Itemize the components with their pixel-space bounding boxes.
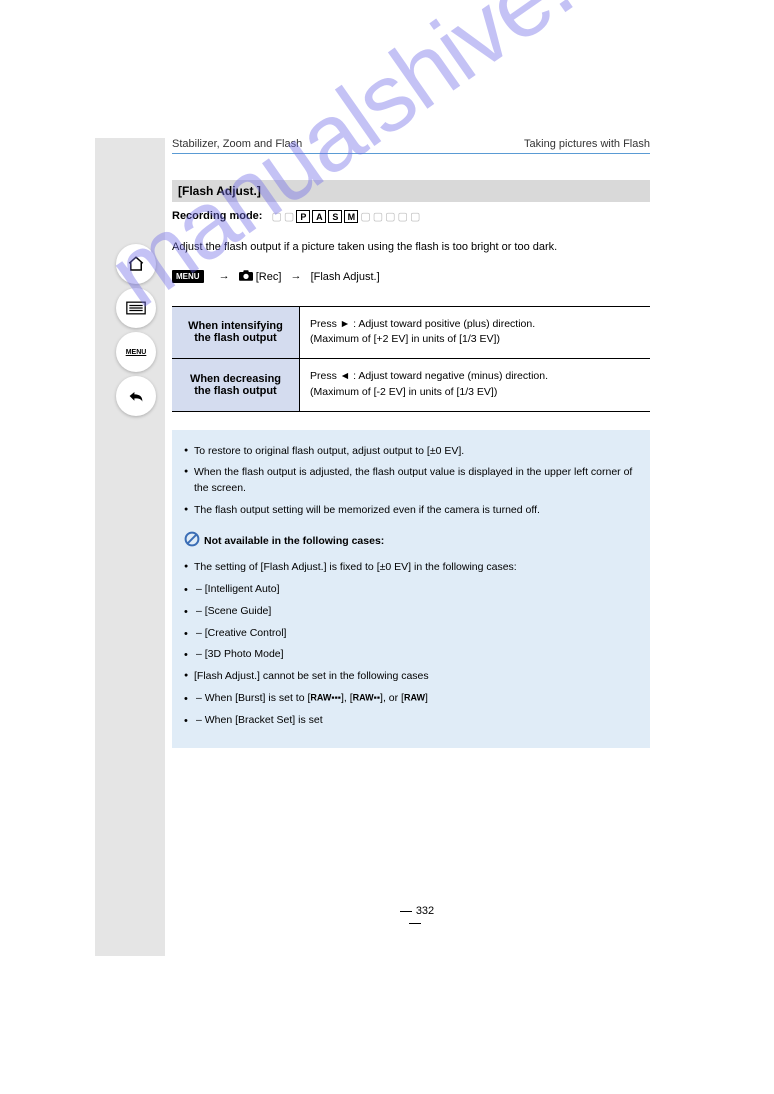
mode-scn-icon: ▢ [373,210,383,223]
intro-text: Adjust the flash output if a picture tak… [172,239,650,256]
back-icon [126,388,146,404]
recording-mode-row: Recording mode: ▢ ▢ P A S M ▢ ▢ ▢ ▢ ▢ [172,210,650,223]
mode-ia-plus-icon: ▢ [284,210,294,223]
note-sub-item: – When [Burst] is set to [RAW▪▪▪], [RAW▪… [184,691,638,707]
breadcrumb-category: Stabilizer, Zoom and Flash [172,138,302,150]
note-box: To restore to original flash output, adj… [172,430,650,749]
note-item: [Flash Adjust.] cannot be set in the fol… [184,669,638,685]
mode-video-icon: ▢ [360,210,370,223]
home-icon [127,255,145,273]
page-number: 332 [395,905,435,929]
mode-s-icon: S [328,210,342,223]
nav-buttons: MENU [116,244,158,420]
note-sub-item: – When [Bracket Set] is set [184,713,638,729]
mode-a-icon: A [312,210,326,223]
breadcrumb: Stabilizer, Zoom and Flash Taking pictur… [172,138,650,154]
menu-path: MENU → [Rec] → [Flash Adjust.] [172,270,650,284]
raw-icon-3: RAW [404,692,425,702]
home-button[interactable] [116,244,156,284]
table-cell-body-1: Press ► : Adjust toward positive (plus) … [300,307,650,359]
note-sub-item: – [Scene Guide] [184,604,638,620]
mode-3d-icon: ▢ [398,210,408,223]
table-row: When intensifying the flash output Press… [172,307,650,360]
note-sub-item: – [Creative Control] [184,626,638,642]
recording-mode-label: Recording mode: [172,210,262,222]
mode-p-icon: P [296,210,310,223]
unavailable-icon [184,531,200,553]
menu-rec: [Rec] [256,270,282,282]
note-item: The setting of [Flash Adjust.] is fixed … [184,560,638,576]
list-icon [126,301,146,315]
page-title: [Flash Adjust.] [172,180,650,202]
content: Stabilizer, Zoom and Flash Taking pictur… [172,138,650,748]
note-sub-item: – [Intelligent Auto] [184,582,638,598]
raw-icon-2: RAW▪▪ [353,692,380,702]
menu-button[interactable]: MENU [116,332,156,372]
note-item: The flash output setting will be memoriz… [184,503,638,519]
settings-table: When intensifying the flash output Press… [172,306,650,412]
table-cell-label-1: When intensifying the flash output [172,307,300,359]
camera-icon [239,270,253,284]
list-button[interactable] [116,288,156,328]
breadcrumb-section: Taking pictures with Flash [524,138,650,150]
mode-cc-icon: ▢ [410,210,420,223]
table-row: When decreasing the flash output Press ◄… [172,359,650,411]
mode-ia-icon: ▢ [272,210,282,223]
table-cell-label-2: When decreasing the flash output [172,359,300,411]
unavailable-title: Not available in the following cases: [184,531,638,553]
mode-icons: ▢ ▢ P A S M ▢ ▢ ▢ ▢ ▢ [272,210,421,223]
raw-icon-1: RAW▪▪▪ [310,692,341,702]
menu-icon-label: MENU [126,349,147,356]
menu-item: [Flash Adjust.] [311,270,380,282]
arrow-2: → [291,270,302,282]
mode-m-icon: M [344,210,358,223]
note-item: To restore to original flash output, adj… [184,444,638,460]
back-button[interactable] [116,376,156,416]
mode-c-icon: ▢ [385,210,395,223]
menu-badge: MENU [172,270,204,283]
arrow-1: → [219,270,230,282]
note-item: When the flash output is adjusted, the f… [184,465,638,497]
note-sub-item: – [3D Photo Mode] [184,647,638,663]
table-cell-body-2: Press ◄ : Adjust toward negative (minus)… [300,359,650,411]
